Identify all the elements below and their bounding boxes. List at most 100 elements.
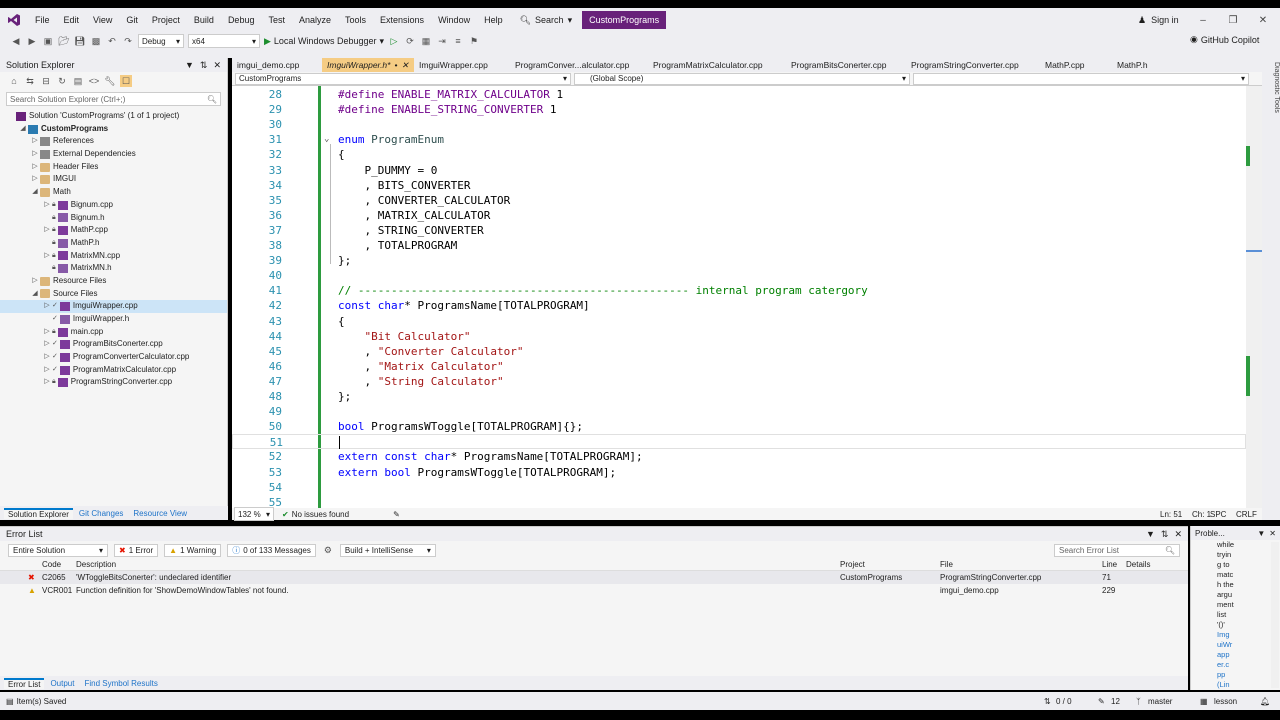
messages-filter-button[interactable]: ⓘ 0 of 133 Messages xyxy=(227,543,316,557)
start-without-debugging-icon[interactable]: ▷ xyxy=(388,35,400,47)
auto-hide-icon[interactable]: ⇅ xyxy=(1161,529,1169,540)
close-icon[interactable]: ✕ xyxy=(1269,529,1276,538)
sign-in-button[interactable]: ♟ Sign in xyxy=(1138,8,1179,32)
tab-error-list[interactable]: Error List xyxy=(4,677,45,689)
open-folder-icon[interactable]: 📂︎ xyxy=(58,35,70,47)
menu-item-test[interactable]: Test xyxy=(261,8,292,32)
expand-chevron-icon[interactable]: ▷ xyxy=(42,250,52,263)
expand-chevron-icon[interactable]: ◢ xyxy=(30,288,40,301)
preview-icon[interactable]: ☐ xyxy=(120,75,132,87)
collapse-all-icon[interactable]: ⊟ xyxy=(40,75,52,87)
close-icon[interactable]: ✕ xyxy=(213,60,221,71)
editor-tab[interactable]: ProgramStringConverter.cpp xyxy=(906,58,1040,72)
show-all-files-icon[interactable]: ▤ xyxy=(72,75,84,87)
code-line[interactable]: 37 , STRING_CONVERTER xyxy=(232,223,1246,238)
bookmark-icon[interactable]: ⚑ xyxy=(468,35,480,47)
menu-item-build[interactable]: Build xyxy=(187,8,221,32)
menu-item-view[interactable]: View xyxy=(86,8,119,32)
code-line[interactable]: 41 // -----------------------------------… xyxy=(232,283,1246,298)
tree-item[interactable]: ▷ 🔒︎ main.cpp xyxy=(0,326,227,339)
sync-icon[interactable]: ⇅ xyxy=(1044,697,1051,706)
minimize-button[interactable]: – xyxy=(1188,8,1218,32)
code-line[interactable]: 48}; xyxy=(232,389,1246,404)
code-line[interactable]: 49 xyxy=(232,404,1246,419)
tree-item[interactable]: ▷ 🔒︎ MatrixMN.cpp xyxy=(0,250,227,263)
editor-tab[interactable]: MathP.cpp xyxy=(1040,58,1112,72)
menu-item-extensions[interactable]: Extensions xyxy=(373,8,431,32)
expand-chevron-icon[interactable]: ▷ xyxy=(30,161,40,174)
zoom-select[interactable]: 132 % ▾ xyxy=(234,507,274,521)
scope-filter[interactable]: Entire Solution ▾ xyxy=(8,543,108,557)
code-line[interactable]: 45 , "Converter Calculator" xyxy=(232,344,1246,359)
code-line[interactable]: 32 { xyxy=(232,147,1246,162)
menu-item-debug[interactable]: Debug xyxy=(221,8,262,32)
expand-chevron-icon[interactable]: ◢ xyxy=(30,186,40,199)
code-line[interactable]: 33 P_DUMMY = 0 xyxy=(232,163,1246,178)
errors-filter-button[interactable]: ✖ 1 Error xyxy=(114,543,159,557)
tree-item[interactable]: ▷ Header Files xyxy=(0,161,227,174)
editor-tab[interactable]: MathP.h xyxy=(1112,58,1172,72)
issues-indicator[interactable]: No issues found xyxy=(292,510,349,519)
error-row[interactable]: ✖ C2065 'WToggleBitsConerter': undeclared … xyxy=(0,571,1188,584)
switch-views-icon[interactable]: ⇆ xyxy=(24,75,36,87)
hot-reload-icon[interactable]: ⟳ xyxy=(404,35,416,47)
menu-item-tools[interactable]: Tools xyxy=(338,8,373,32)
code-line[interactable]: 39}; xyxy=(232,253,1246,268)
expand-chevron-icon[interactable]: ◢ xyxy=(18,123,28,136)
editor-tab[interactable]: ProgramMatrixCalculator.cpp xyxy=(648,58,786,72)
start-debugging-button[interactable]: ▶ Local Windows Debugger ▾ xyxy=(264,36,384,47)
tab-output[interactable]: Output xyxy=(46,679,78,688)
expand-chevron-icon[interactable]: ▷ xyxy=(42,199,52,212)
code-line[interactable]: 34 , BITS_CONVERTER xyxy=(232,178,1246,193)
editor-tab[interactable]: ProgramBitsConerter.cpp xyxy=(786,58,906,72)
tab-git-changes[interactable]: Git Changes xyxy=(75,509,127,518)
home-icon[interactable]: ⌂ xyxy=(8,75,20,87)
tree-item[interactable]: 🔒︎ MathP.h xyxy=(0,237,227,250)
code-line[interactable]: 55 xyxy=(232,495,1246,508)
tree-item[interactable]: ▷ ✓ ImguiWrapper.cpp xyxy=(0,300,227,313)
error-row[interactable]: ▲ VCR001 Function definition for 'ShowDemo… xyxy=(0,584,1188,597)
code-line[interactable]: 50 bool ProgramsWToggle[TOTALPROGRAM]{}; xyxy=(232,419,1246,434)
maximize-button[interactable]: ❐ xyxy=(1218,8,1248,32)
code-line[interactable]: 30 xyxy=(232,117,1246,132)
editor-tab[interactable]: ImguiWrapper.h* • ✕ xyxy=(322,58,414,72)
solution-explorer-search-input[interactable]: Search Solution Explorer (Ctrl+;) 🔍︎ xyxy=(6,92,221,106)
code-line[interactable]: 40 xyxy=(232,268,1246,283)
close-window-button[interactable]: ✕ xyxy=(1248,8,1278,32)
column-description[interactable]: Description xyxy=(76,560,116,569)
expand-chevron-icon[interactable]: ▷ xyxy=(42,364,52,377)
undo-icon[interactable]: ↶ xyxy=(106,35,118,47)
back-icon[interactable]: ◀ xyxy=(10,35,22,47)
code-line[interactable]: 46 , "Matrix Calculator" xyxy=(232,359,1246,374)
solution-name-badge[interactable]: CustomPrograms xyxy=(582,11,667,29)
code-line[interactable]: 53 extern bool ProgramsWToggle[TOTALPROGR… xyxy=(232,465,1246,480)
brush-icon[interactable]: ✎ xyxy=(393,510,400,519)
tree-item[interactable]: ✓ ImguiWrapper.h xyxy=(0,313,227,326)
expand-chevron-icon[interactable]: ▷ xyxy=(42,376,52,389)
menu-item-analyze[interactable]: Analyze xyxy=(292,8,338,32)
column-code[interactable]: Code xyxy=(42,560,61,569)
comment-icon[interactable]: ≡ xyxy=(452,35,464,47)
menu-item-edit[interactable]: Edit xyxy=(57,8,87,32)
tree-item[interactable]: ◢ CustomPrograms xyxy=(0,123,227,136)
tree-item[interactable]: ▷ ✓ ProgramConverterCalculator.cpp xyxy=(0,351,227,364)
diagnostic-tools-tab[interactable]: Diagnostic Tools xyxy=(1262,58,1280,520)
tree-item[interactable]: Solution 'CustomPrograms' (1 of 1 projec… xyxy=(0,110,227,123)
menu-item-git[interactable]: Git xyxy=(119,8,145,32)
code-line[interactable]: 43 { xyxy=(232,314,1246,329)
tree-item[interactable]: ▷ IMGUI xyxy=(0,173,227,186)
error-list-search-input[interactable]: Search Error List 🔍︎ xyxy=(1054,543,1180,557)
new-project-icon[interactable]: ▣ xyxy=(42,35,54,47)
auto-hide-icon[interactable]: ⇅ xyxy=(200,60,208,71)
code-icon[interactable]: <> xyxy=(88,75,100,87)
tab-solution-explorer[interactable]: Solution Explorer xyxy=(4,507,73,519)
tree-item[interactable]: ◢ Source Files xyxy=(0,288,227,301)
code-line[interactable]: 44 "Bit Calculator" xyxy=(232,329,1246,344)
editor-tab[interactable]: ProgramConver...alculator.cpp xyxy=(510,58,648,72)
expand-chevron-icon[interactable]: ▷ xyxy=(42,351,52,364)
menu-item-window[interactable]: Window xyxy=(431,8,477,32)
code-line[interactable]: 36 , MATRIX_CALCULATOR xyxy=(232,208,1246,223)
save-all-icon[interactable]: ▩ xyxy=(90,35,102,47)
column-file[interactable]: File xyxy=(940,560,953,569)
tree-item[interactable]: ▷ Resource Files xyxy=(0,275,227,288)
